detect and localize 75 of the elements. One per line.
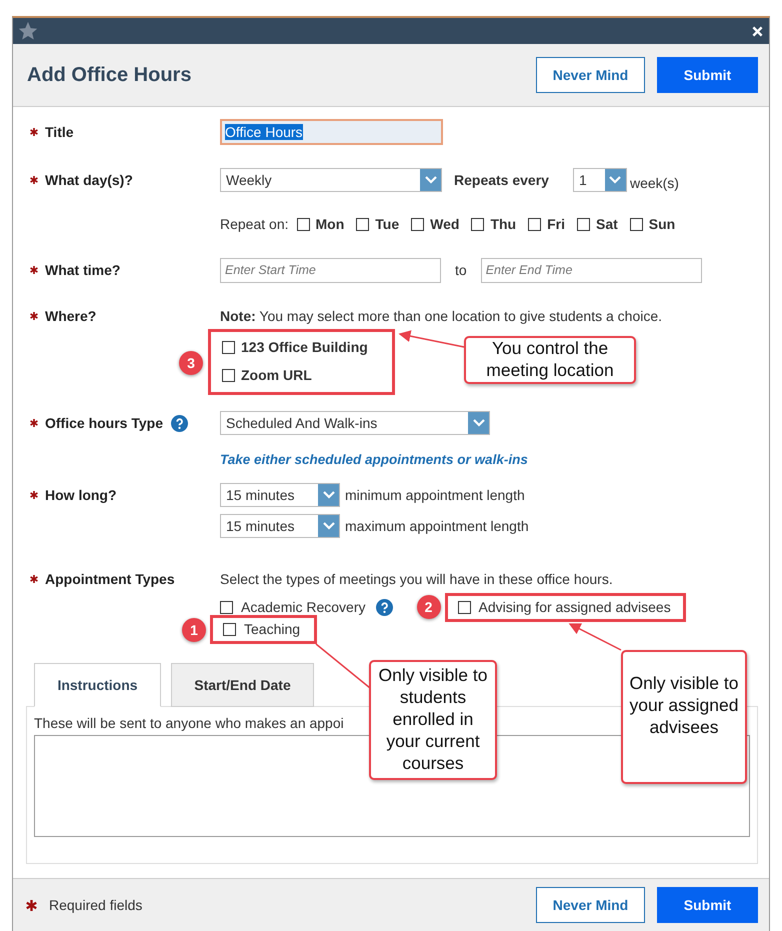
- field-label: What time?: [45, 262, 120, 278]
- number-badge: 2: [416, 594, 440, 618]
- day-label: Thu: [490, 216, 516, 232]
- leader-arrow: [398, 330, 464, 348]
- day-checkbox[interactable]: [630, 218, 643, 230]
- title-input-field[interactable]: Office Hours: [220, 119, 443, 145]
- dialog-button[interactable]: Submit: [657, 887, 758, 923]
- day-label: Tue: [375, 216, 400, 232]
- dialog-title: Add Office Hours: [27, 64, 192, 86]
- appointment-checkbox[interactable]: [223, 622, 236, 636]
- separator-text: to: [455, 262, 467, 278]
- day-checkbox[interactable]: [411, 218, 424, 230]
- repeats-label: Repeats every: [454, 172, 549, 188]
- field-label: Title: [45, 124, 74, 140]
- day-checkbox[interactable]: [528, 218, 542, 230]
- tab[interactable]: Start/End Date: [171, 663, 314, 707]
- appointment-checkbox[interactable]: [220, 600, 233, 614]
- appointment-label: Teaching: [244, 621, 300, 637]
- day-checkbox[interactable]: [296, 218, 310, 230]
- location-note: Note: You may select more than one location to give students a choice.: [220, 308, 662, 324]
- field-label: How long?: [45, 487, 117, 503]
- location-label: Zoom URL: [241, 367, 312, 383]
- appointment-checkbox[interactable]: [458, 600, 470, 614]
- location-label: 123 Office Building: [241, 339, 368, 355]
- day-checkbox[interactable]: [471, 218, 484, 230]
- chevron-down-icon: [472, 419, 484, 427]
- field-label: What day(s)?: [45, 172, 133, 188]
- appointment-label: Advising for assigned advisees: [478, 599, 671, 615]
- end-time-field[interactable]: Enter End Time: [480, 258, 702, 282]
- instructions-text: These will be sent to anyone who makes an appoi: [34, 715, 344, 731]
- location-checkbox[interactable]: [222, 340, 235, 354]
- interval-select[interactable]: 1: [572, 168, 627, 192]
- location-checkbox[interactable]: [222, 368, 235, 382]
- field-label: Office hours Type: [45, 415, 163, 431]
- type-hint: Take either scheduled appointments or walk-ins: [220, 452, 528, 466]
- field-label: Appointment Types: [45, 571, 175, 587]
- appointment-intro: Select the types of meetings you will have in these office hours.: [220, 571, 613, 587]
- number-badge: 1: [182, 618, 206, 642]
- appointment-label: Academic Recovery: [241, 599, 366, 615]
- required-asterisk-icon: [26, 900, 37, 910]
- callout-note: Only visible to students enrolled in your current courses: [369, 660, 497, 780]
- duration-caption: minimum appointment length: [345, 487, 525, 503]
- chevron-down-icon: [609, 176, 622, 184]
- day-checkbox[interactable]: [576, 218, 590, 230]
- day-label: Sat: [596, 216, 618, 232]
- duration-select[interactable]: 15 minutes: [220, 483, 340, 507]
- repeat-on-label: Repeat on:: [220, 216, 288, 232]
- frequency-select[interactable]: Weekly: [220, 168, 442, 192]
- help-icon[interactable]: [376, 598, 392, 616]
- selected-text: Office Hours: [225, 124, 303, 140]
- type-select[interactable]: Scheduled And Walk-ins: [220, 411, 490, 435]
- callout-note: Only visible to your assigned advisees: [621, 650, 747, 784]
- dialog-button[interactable]: Submit: [657, 57, 758, 93]
- callout-note: You control the meeting location: [464, 336, 636, 384]
- dialog-button[interactable]: Never Mind: [536, 57, 645, 93]
- duration-caption: maximum appointment length: [345, 518, 529, 534]
- chevron-down-icon: [424, 176, 436, 184]
- day-label: Mon: [316, 216, 344, 232]
- day-label: Sun: [648, 216, 676, 232]
- close-icon[interactable]: [752, 26, 763, 36]
- dialog-button[interactable]: Never Mind: [536, 887, 645, 923]
- start-time-field[interactable]: Enter Start Time: [220, 258, 441, 282]
- day-label: Wed: [430, 216, 460, 232]
- field-label: Where?: [45, 308, 96, 324]
- day-label: Fri: [547, 216, 565, 232]
- help-icon[interactable]: [170, 414, 188, 432]
- number-badge: 3: [179, 351, 203, 375]
- star-logo-icon: [17, 20, 39, 42]
- required-note: Required fields: [49, 897, 142, 913]
- day-checkbox[interactable]: [356, 218, 370, 230]
- tab[interactable]: Instructions: [34, 663, 161, 707]
- duration-select[interactable]: 15 minutes: [220, 514, 340, 538]
- chevron-down-icon: [322, 522, 334, 530]
- interval-unit: week(s): [630, 175, 679, 191]
- chevron-down-icon: [322, 491, 334, 499]
